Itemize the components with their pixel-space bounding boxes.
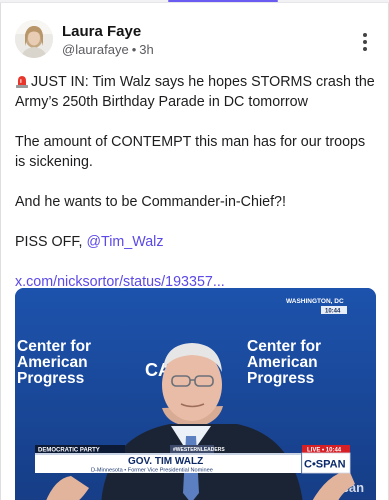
hashtag-tag: #WESTERNLEADERS (173, 447, 225, 453)
post-text: JUST IN: Tim Walz says he hopes STORMS c… (15, 72, 377, 312)
backdrop-text-right: Center for American Progress (247, 338, 321, 387)
paragraph-4: PISS OFF, @Tim_Walz (15, 232, 377, 252)
paragraph-2: The amount of CONTEMPT this man has for … (15, 134, 366, 170)
party-tag: DEMOCRATIC PARTY (38, 448, 100, 454)
lower-third: DEMOCRATIC PARTY #WESTERNLEADERS LIVE • … (35, 445, 351, 474)
paragraph-1-text: JUST IN: Tim Walz says he hopes STORMS c… (15, 74, 375, 110)
mention-link[interactable]: @Tim_Walz (87, 234, 164, 250)
meta-separator: • (131, 42, 137, 57)
network-logo: C•SPAN (304, 459, 346, 471)
speaker-subtitle: D-Minnesota • Former Vice Presidential N… (91, 468, 213, 474)
post-age[interactable]: 3h (139, 42, 153, 57)
avatar[interactable] (15, 20, 53, 58)
author-name[interactable]: Laura Faye (62, 23, 141, 40)
paragraph-3: And he wants to be Commander-in-Chief?! (15, 194, 286, 210)
embedded-video-still[interactable]: Center for American Progress Center for Ame… (15, 288, 376, 500)
clock-label: 10:44 (325, 309, 341, 315)
post-header: Laura Faye @laurafaye • 3h (15, 19, 378, 63)
location-label: WASHINGTON, DC (286, 298, 344, 305)
author-meta: @laurafaye • 3h (62, 42, 154, 57)
video-frame: Center for American Progress Center for Ame… (15, 288, 376, 500)
author-handle[interactable]: @laurafaye (62, 42, 129, 57)
paragraph-1: JUST IN: Tim Walz says he hopes STORMS c… (15, 72, 377, 112)
paragraph-4-text: PISS OFF, (15, 234, 87, 250)
more-options-icon[interactable] (358, 33, 372, 51)
speaker-name: GOV. TIM WALZ (128, 456, 203, 467)
avatar-photo (15, 20, 53, 58)
post-card[interactable]: Laura Faye @laurafaye • 3h JUST IN: Tim Wa… (0, 3, 389, 500)
backdrop-text-left: Center for American Progress (17, 338, 91, 387)
siren-icon (15, 74, 29, 88)
